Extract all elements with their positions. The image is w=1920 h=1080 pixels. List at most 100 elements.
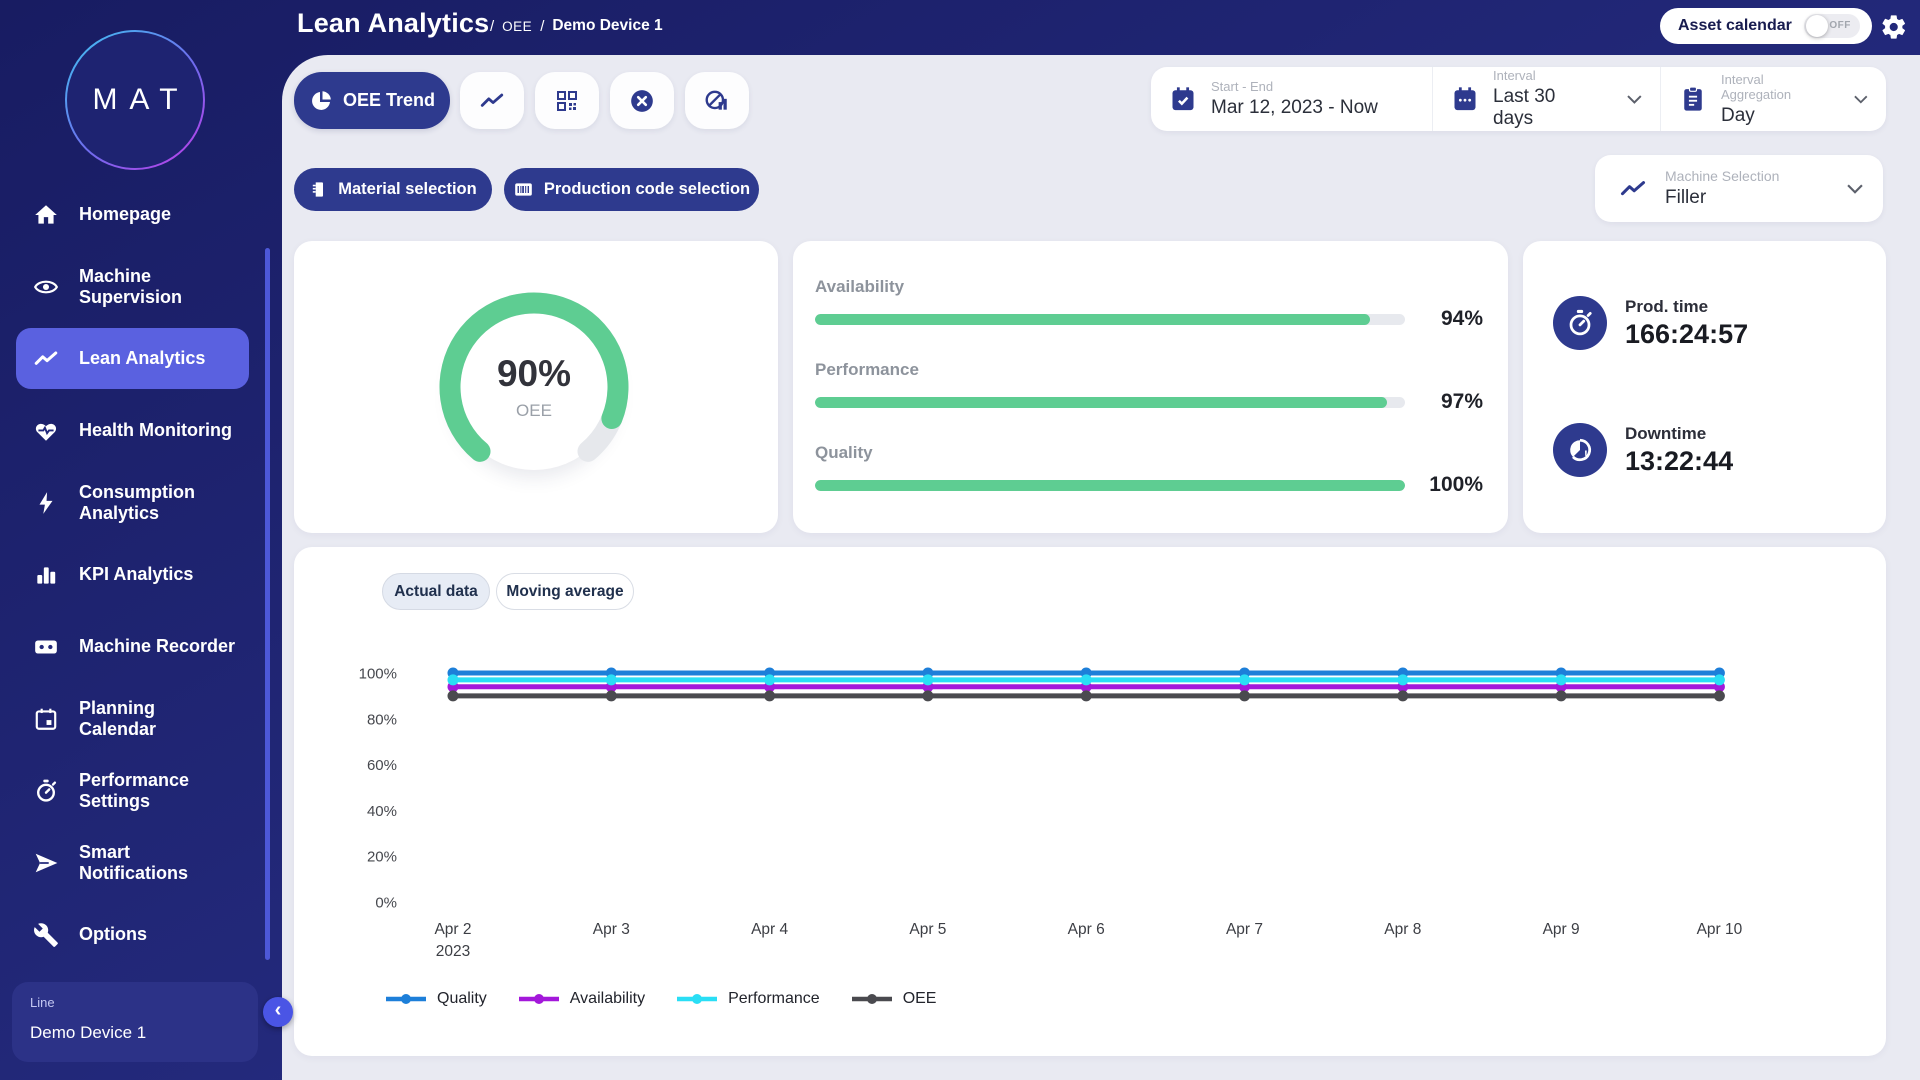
tab-production-code-view[interactable]: [535, 72, 599, 129]
start-end-picker[interactable]: Start - End Mar 12, 2023 - Now: [1151, 67, 1432, 131]
legend-label: OEE: [903, 990, 937, 1008]
production-code-selection-button[interactable]: Production code selection: [504, 168, 759, 211]
trend-line-icon: [33, 346, 59, 372]
sidebar-item-homepage[interactable]: Homepage: [0, 179, 282, 251]
svg-text:!: !: [1584, 449, 1588, 461]
legend-item-availability[interactable]: Availability: [517, 990, 645, 1008]
barcode-icon: [513, 179, 534, 200]
lightning-icon: [33, 490, 59, 516]
asset-calendar-switch[interactable]: OFF: [1804, 14, 1860, 38]
sidebar-item-options[interactable]: Options: [0, 899, 282, 971]
sidebar-item-planning-calendar[interactable]: Planning Calendar: [0, 683, 282, 755]
legend-glyph: [850, 993, 894, 1005]
performance-percent: 97%: [1419, 390, 1483, 414]
calendar-icon: [33, 706, 59, 732]
heart-pulse-icon: [33, 418, 59, 444]
asset-calendar-label: Asset calendar: [1678, 17, 1792, 35]
start-end-value: Mar 12, 2023 - Now: [1211, 97, 1378, 119]
tab-pareto-view[interactable]: [685, 72, 749, 129]
sidebar-collapse-button[interactable]: ‹: [263, 997, 293, 1027]
svg-text:60%: 60%: [367, 757, 397, 774]
chevron-down-icon: [1627, 95, 1642, 104]
tab-trend-view[interactable]: [460, 72, 524, 129]
page-title: Lean Analytics: [297, 8, 489, 39]
legend-glyph: [384, 993, 428, 1005]
aggregation-dropdown[interactable]: Interval Aggregation Day: [1660, 67, 1886, 131]
downtime-row: ! Downtime 13:22:44: [1553, 423, 1733, 477]
sidebar-item-machine-supervision[interactable]: Machine Supervision: [0, 251, 282, 323]
trend-line-icon: [479, 88, 505, 114]
oee-gauge-card: 90% OEE: [294, 241, 778, 533]
legend-item-quality[interactable]: Quality: [384, 990, 487, 1008]
sidebar-nav: Homepage Machine Supervision Lean Analyt…: [0, 179, 282, 971]
svg-text:20%: 20%: [367, 849, 397, 866]
tab-losses-view[interactable]: [610, 72, 674, 129]
downtime-value: 13:22:44: [1625, 446, 1733, 477]
brand-logo: MAT: [65, 30, 205, 170]
prod-time-label: Prod. time: [1625, 297, 1748, 317]
legend-item-performance[interactable]: Performance: [675, 990, 820, 1008]
oee-gauge-value: 90%: [429, 353, 639, 395]
gear-icon[interactable]: [1880, 13, 1908, 41]
sidebar-item-lean-analytics[interactable]: Lean Analytics: [16, 328, 249, 389]
pie-bars-icon: [704, 88, 730, 114]
sidebar-item-label: Lean Analytics: [79, 348, 249, 369]
svg-text:Apr 9: Apr 9: [1543, 921, 1580, 938]
interval-value: Last 30 days: [1493, 86, 1599, 130]
legend-label: Quality: [437, 990, 487, 1008]
trend-line-chart[interactable]: 100%80%60%40%20%0%Apr 22023Apr 3Apr 4Apr…: [294, 622, 1886, 1042]
breadcrumb-oee[interactable]: OEE: [502, 19, 532, 34]
sidebar-item-machine-recorder[interactable]: Machine Recorder: [0, 611, 282, 683]
svg-text:Apr 22023: Apr 22023: [434, 921, 471, 960]
asset-calendar-toggle-pill[interactable]: Asset calendar OFF: [1660, 8, 1872, 44]
interval-dropdown[interactable]: Interval Last 30 days: [1432, 67, 1660, 131]
pie-chart-icon: [309, 89, 333, 113]
x-circle-icon: [629, 88, 655, 114]
sidebar-item-smart-notifications[interactable]: Smart Notifications: [0, 827, 282, 899]
tab-moving-average[interactable]: Moving average: [496, 573, 634, 610]
legend-item-oee[interactable]: OEE: [850, 990, 937, 1008]
production-code-selection-label: Production code selection: [544, 180, 750, 199]
sidebar-item-health-monitoring[interactable]: Health Monitoring: [0, 395, 282, 467]
sidebar-item-performance-settings[interactable]: Performance Settings: [0, 755, 282, 827]
svg-text:100%: 100%: [359, 666, 397, 683]
svg-text:0%: 0%: [375, 895, 397, 912]
sidebar-item-label: Homepage: [79, 204, 259, 225]
stopwatch-icon: [33, 778, 59, 804]
availability-bar-block: Availability 94%: [815, 277, 1483, 331]
sidebar-scrollbar[interactable]: [265, 248, 270, 960]
paper-plane-icon: [33, 850, 59, 876]
sidebar-item-label: Health Monitoring: [79, 420, 259, 441]
material-selection-button[interactable]: Material selection: [294, 168, 492, 211]
quality-bar-fill: [815, 480, 1405, 491]
sidebar-item-label: Planning Calendar: [79, 698, 259, 740]
svg-text:Apr 8: Apr 8: [1384, 921, 1421, 938]
downtime-clock-icon: !: [1553, 423, 1607, 477]
apq-bars-card: Availability 94% Performance 97% Quality…: [793, 241, 1508, 533]
tab-actual-data[interactable]: Actual data: [382, 573, 490, 610]
legend-label: Availability: [570, 990, 645, 1008]
sidebar-item-label: Options: [79, 924, 259, 945]
line-device-card: Line Demo Device 1: [12, 982, 258, 1062]
svg-text:Apr 4: Apr 4: [751, 921, 788, 938]
svg-text:Apr 7: Apr 7: [1226, 921, 1263, 938]
breadcrumb-device[interactable]: Demo Device 1: [552, 17, 662, 35]
machine-selection-dropdown[interactable]: Machine Selection Filler: [1595, 155, 1883, 222]
tab-oee-trend[interactable]: OEE Trend: [294, 72, 450, 129]
aggregation-label: Interval Aggregation: [1721, 72, 1826, 102]
sidebar-item-kpi-analytics[interactable]: KPI Analytics: [0, 539, 282, 611]
prod-time-value: 166:24:57: [1625, 319, 1748, 350]
beaker-icon: [309, 180, 328, 199]
sidebar-item-consumption-analytics[interactable]: Consumption Analytics: [0, 467, 282, 539]
availability-bar-fill: [815, 314, 1370, 325]
clipboard-icon: [1679, 85, 1707, 113]
toggle-knob: [1806, 15, 1828, 37]
times-card: Prod. time 166:24:57 ! Downtime 13:22:44: [1523, 241, 1886, 533]
sidebar-item-label: Machine Supervision: [79, 266, 259, 308]
aggregation-value: Day: [1721, 105, 1826, 127]
eye-icon: [33, 274, 59, 300]
cassette-icon: [33, 634, 59, 660]
availability-percent: 94%: [1419, 307, 1483, 331]
breadcrumb-separator: /: [540, 18, 544, 35]
legend-glyph: [675, 993, 719, 1005]
